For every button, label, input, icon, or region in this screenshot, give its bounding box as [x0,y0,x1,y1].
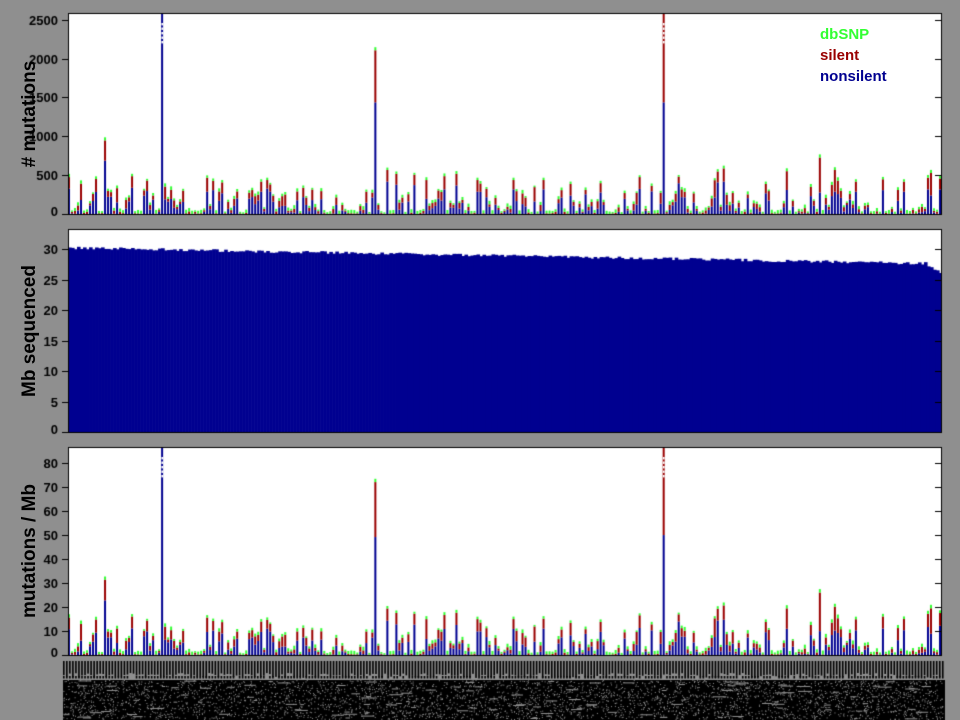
legend-item-dbsnp: dbSNP [820,26,870,43]
legend-item-silent: silent [820,47,860,64]
legend-item-nonsilent: nonsilent [820,68,887,85]
mutation-rate-figure: # mutations Mb sequenced mutations / Mb … [0,0,960,720]
chart-canvas [0,0,960,720]
y-axis-label-mb-sequenced: Mb sequenced [19,265,40,397]
y-axis-label-num-mutations: # mutations [19,60,40,168]
legend: dbSNP silent nonsilent [820,24,887,87]
y-axis-label-mutations-per-mb: mutations / Mb [19,483,40,619]
